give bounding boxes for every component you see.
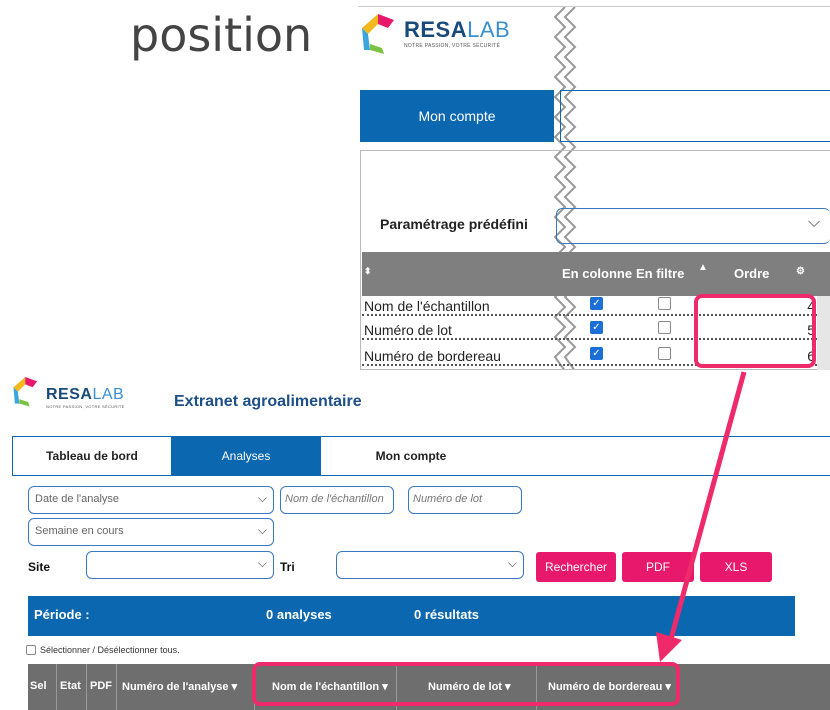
arrow-icon <box>656 371 747 662</box>
